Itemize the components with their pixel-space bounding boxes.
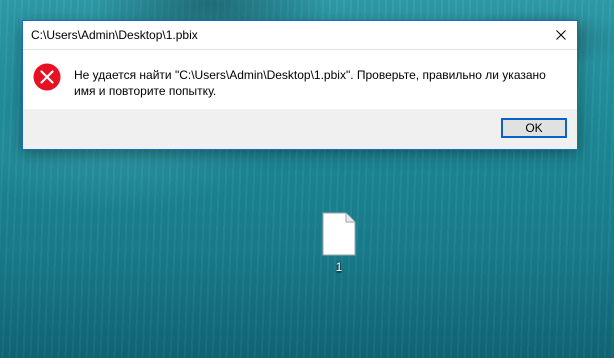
dialog-title: C:\Users\Admin\Desktop\1.pbix <box>31 28 198 42</box>
error-message: Не удается найти "C:\Users\Admin\Desktop… <box>74 68 546 98</box>
close-button[interactable] <box>545 21 577 49</box>
close-icon <box>556 30 566 40</box>
dialog-content: Не удается найти "C:\Users\Admin\Desktop… <box>23 50 577 110</box>
dialog-footer: OK <box>23 109 577 149</box>
desktop-file-label: 1 <box>335 260 343 274</box>
desktop-background: C:\Users\Admin\Desktop\1.pbix Не удается… <box>0 0 614 358</box>
blank-file-icon <box>322 212 356 256</box>
error-dialog: C:\Users\Admin\Desktop\1.pbix Не удается… <box>22 20 578 150</box>
error-icon <box>33 63 61 91</box>
desktop-file-item[interactable]: 1 <box>313 210 367 280</box>
dialog-titlebar[interactable]: C:\Users\Admin\Desktop\1.pbix <box>23 21 577 50</box>
ok-button[interactable]: OK <box>501 118 567 138</box>
